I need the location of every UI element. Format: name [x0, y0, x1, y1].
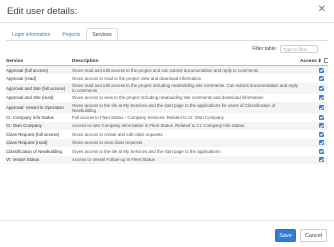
service-name: Class Request (read)	[6, 138, 72, 147]
tabs-divider	[6, 40, 328, 41]
access-cell	[300, 121, 328, 130]
service-description: Gives access to the tile at My Services …	[72, 102, 300, 113]
service-description: Gives access to read to the project view…	[72, 75, 202, 81]
service-name: Classification of Newbuilding	[6, 148, 62, 154]
column-header-access[interactable]: Access⬇	[300, 57, 328, 66]
access-checkbox[interactable]	[319, 67, 324, 73]
table-header-row: Service Description Access⬇	[6, 57, 328, 66]
table-row: CI: Own Company Access to own Company In…	[6, 121, 328, 130]
service-description: Gives read and edit access to the projec…	[72, 82, 300, 94]
service-name: VI: Vessel Status	[6, 155, 72, 164]
service-name: Approval and Site (read)	[6, 95, 54, 101]
dialog-title: Edit user details:	[7, 6, 78, 17]
table-row: Approval (read) Gives access to read to …	[6, 74, 328, 83]
service-description: Gives access to create and edit class re…	[72, 131, 163, 137]
tab-login-information[interactable]: Login information	[6, 28, 56, 40]
access-cell	[300, 113, 328, 122]
table-row: Classification of Newbuilding Gives acce…	[6, 147, 328, 156]
tab-bar: Login information Projects Services	[6, 28, 118, 40]
filter-label: Filter table:	[252, 46, 277, 52]
service-name: Approval: Vessel in Operation	[6, 102, 72, 113]
access-cell	[300, 155, 328, 164]
select-all-checkbox[interactable]	[323, 58, 328, 64]
tab-services[interactable]: Services	[86, 28, 118, 40]
service-name: Approval (read)	[6, 75, 37, 81]
service-description: Gives access to the tile at My Services …	[72, 148, 221, 154]
service-name: CI: Own Company	[6, 121, 72, 130]
filter-row: Filter table:	[252, 45, 318, 53]
access-cell	[300, 102, 328, 113]
table-row: Approval and Site (read) Gives access to…	[6, 94, 328, 103]
table-row: Approval (full access) Gives read and ed…	[6, 65, 328, 74]
access-checkbox[interactable]	[319, 105, 324, 111]
close-icon[interactable]: ✕	[318, 5, 326, 15]
edit-user-dialog: Edit user details: ✕ Login information P…	[0, 0, 334, 247]
services-table-body: Approval (full access) Gives read and ed…	[6, 65, 328, 164]
title-divider	[0, 22, 334, 23]
service-name: Approval (full access)	[6, 65, 72, 74]
access-checkbox[interactable]	[319, 157, 324, 163]
service-description: Gives access to view to the project incl…	[72, 95, 264, 101]
footer-divider	[0, 220, 334, 221]
access-cell	[300, 130, 328, 139]
access-cell	[300, 65, 328, 74]
table-row: Class Request (read) Gives access to vie…	[6, 138, 328, 147]
table-row: Approval and Site (full access) Gives re…	[6, 82, 328, 94]
sort-down-icon[interactable]: ⬇	[318, 58, 322, 63]
service-name: Approval and Site (full access)	[6, 82, 72, 94]
column-header-access-label: Access	[300, 59, 317, 64]
service-description: Access to own Company Information in Fle…	[72, 121, 300, 130]
services-table: Service Description Access⬇ Approval (fu…	[6, 57, 328, 164]
service-description: Gives access to view class requests	[72, 138, 300, 147]
access-checkbox[interactable]	[319, 85, 324, 91]
cancel-button[interactable]: Cancel	[300, 229, 327, 242]
access-cell	[300, 138, 328, 147]
service-description: Gives read and edit access to the projec…	[72, 65, 300, 74]
access-cell	[300, 82, 328, 94]
services-table-container[interactable]: Service Description Access⬇ Approval (fu…	[6, 57, 328, 205]
table-row: CI: Company Info Status Full access to F…	[6, 113, 328, 122]
access-checkbox[interactable]	[319, 148, 324, 154]
service-name: CI: Company Info Status	[6, 114, 54, 120]
service-description: Access to Vessel Follow-up in Fleet Stat…	[72, 155, 300, 164]
access-checkbox[interactable]	[319, 114, 324, 120]
access-cell	[300, 94, 328, 103]
access-checkbox[interactable]	[319, 95, 324, 101]
access-cell	[300, 74, 328, 83]
column-header-service[interactable]: Service	[6, 57, 72, 66]
table-row: Approval: Vessel in Operation Gives acce…	[6, 102, 328, 113]
access-checkbox[interactable]	[319, 75, 324, 81]
tab-projects[interactable]: Projects	[56, 28, 86, 40]
access-cell	[300, 147, 328, 156]
column-header-description[interactable]: Description	[72, 57, 300, 66]
service-description: Full access to Fleet Status - Company Se…	[72, 114, 224, 120]
access-checkbox[interactable]	[319, 123, 324, 129]
access-checkbox[interactable]	[319, 131, 324, 137]
table-row: Class Request (full access) Gives access…	[6, 130, 328, 139]
filter-input[interactable]	[280, 45, 318, 53]
service-name: Class Request (full access)	[6, 131, 60, 137]
access-checkbox[interactable]	[319, 140, 324, 146]
table-row: VI: Vessel Status Access to Vessel Follo…	[6, 155, 328, 164]
save-button[interactable]: Save	[275, 229, 296, 242]
